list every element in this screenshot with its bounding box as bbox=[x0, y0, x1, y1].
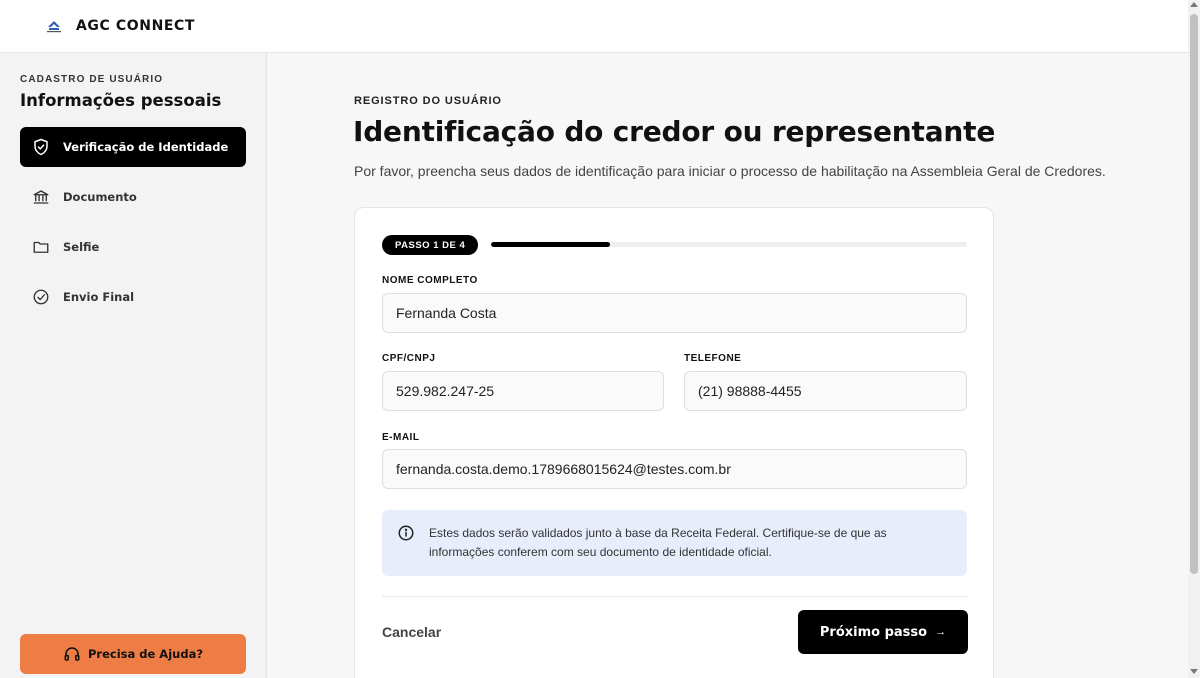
sidebar-eyebrow: CADASTRO DE USUÁRIO bbox=[20, 74, 164, 85]
sidebar-item-label: Documento bbox=[63, 190, 137, 204]
nome-field[interactable] bbox=[382, 293, 967, 333]
sidebar-item-label: Verificação de Identidade bbox=[63, 140, 229, 154]
progress-bar bbox=[491, 242, 967, 247]
next-step-label: Próximo passo bbox=[819, 624, 928, 640]
cancel-button[interactable]: Cancelar bbox=[382, 624, 441, 640]
next-step-button[interactable]: Próximo passo → bbox=[798, 610, 968, 654]
help-button[interactable]: Precisa de Ajuda? bbox=[20, 634, 246, 674]
check-circle-icon bbox=[31, 287, 51, 307]
cpf-field[interactable] bbox=[382, 371, 664, 411]
nome-label: NOME COMPLETO bbox=[382, 275, 478, 286]
page-title: Identificação do credor ou representante bbox=[353, 115, 996, 148]
sidebar-item-envio-final[interactable]: Envio Final bbox=[20, 277, 246, 317]
sidebar: CADASTRO DE USUÁRIO Informações pessoais… bbox=[0, 53, 267, 678]
brand-name: AGC CONNECT bbox=[76, 18, 196, 34]
scroll-thumb[interactable] bbox=[1190, 14, 1198, 574]
sidebar-nav: Verificação de Identidade Documento Self… bbox=[20, 127, 246, 327]
telefone-label: TELEFONE bbox=[684, 353, 742, 364]
scroll-down-arrow[interactable] bbox=[1190, 669, 1198, 674]
page-scrollbar[interactable] bbox=[1188, 0, 1200, 678]
page-subtitle: Por favor, preencha seus dados de identi… bbox=[354, 163, 1106, 179]
divider bbox=[382, 596, 967, 597]
cpf-label: CPF/CNPJ bbox=[382, 353, 436, 364]
agc-logo-icon bbox=[44, 17, 64, 35]
sidebar-item-label: Selfie bbox=[63, 240, 100, 254]
step-badge: PASSO 1 DE 4 bbox=[382, 235, 479, 255]
form-card: PASSO 1 DE 4 NOME COMPLETO CPF/CNPJ TELE… bbox=[354, 207, 994, 678]
page-eyebrow: REGISTRO DO USUÁRIO bbox=[354, 95, 502, 107]
sidebar-title: Informações pessoais bbox=[20, 91, 222, 110]
info-text: Estes dados serão validados junto à base… bbox=[429, 526, 887, 559]
folder-icon bbox=[31, 237, 51, 257]
progress-fill bbox=[491, 242, 610, 247]
sidebar-item-label: Envio Final bbox=[63, 290, 135, 304]
arrow-right-icon: → bbox=[935, 626, 947, 638]
telefone-field[interactable] bbox=[684, 371, 967, 411]
email-label: E-MAIL bbox=[382, 432, 420, 443]
sidebar-item-selfie[interactable]: Selfie bbox=[20, 227, 246, 267]
shield-check-icon bbox=[31, 137, 51, 157]
sidebar-item-documento[interactable]: Documento bbox=[20, 177, 246, 217]
headset-icon bbox=[63, 645, 81, 663]
bank-icon bbox=[31, 187, 51, 207]
main-content: REGISTRO DO USUÁRIO Identificação do cre… bbox=[267, 53, 1188, 678]
info-icon bbox=[397, 524, 415, 542]
top-bar: AGC CONNECT bbox=[0, 0, 1188, 53]
sidebar-item-verificacao[interactable]: Verificação de Identidade bbox=[20, 127, 246, 167]
email-field[interactable] bbox=[382, 449, 967, 489]
help-button-label: Precisa de Ajuda? bbox=[88, 647, 203, 661]
scroll-up-arrow[interactable] bbox=[1190, 2, 1198, 7]
info-notice: Estes dados serão validados junto à base… bbox=[382, 510, 967, 576]
